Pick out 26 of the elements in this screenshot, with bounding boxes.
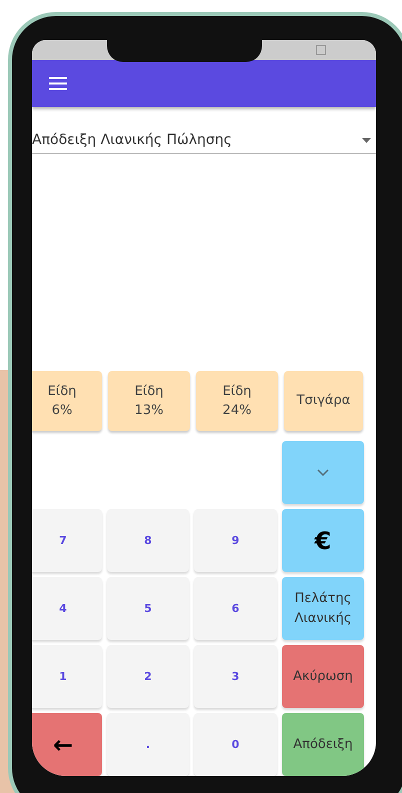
action-button[interactable]: ← bbox=[32, 713, 102, 776]
category-button[interactable]: Είδη 24% bbox=[196, 371, 278, 431]
keypad-key[interactable]: 7 bbox=[32, 509, 102, 572]
chevron-down-icon bbox=[317, 469, 329, 476]
keypad-key[interactable]: 8 bbox=[107, 509, 189, 572]
keypad-key[interactable]: . bbox=[107, 713, 189, 776]
category-button[interactable]: Είδη 13% bbox=[108, 371, 190, 431]
collapse-button[interactable] bbox=[282, 441, 364, 504]
dropdown-caret-icon bbox=[362, 138, 371, 142]
action-button[interactable]: Απόδειξη bbox=[282, 713, 364, 776]
keypad-key[interactable]: 9 bbox=[194, 509, 277, 572]
maximize-icon[interactable] bbox=[316, 45, 326, 55]
keypad-key[interactable]: 6 bbox=[194, 577, 277, 640]
document-type-dropdown[interactable]: Απόδειξη Λιανικής Πώλησης bbox=[32, 132, 376, 154]
category-button[interactable]: Είδη 6% bbox=[32, 371, 102, 431]
keypad-key[interactable]: 2 bbox=[107, 645, 189, 708]
category-button[interactable]: Τσιγάρα bbox=[284, 371, 363, 431]
action-button[interactable]: € bbox=[282, 509, 364, 572]
keypad-key[interactable]: 4 bbox=[32, 577, 102, 640]
keypad-key[interactable]: 1 bbox=[32, 645, 102, 708]
menu-icon[interactable] bbox=[49, 77, 67, 90]
keypad-key[interactable]: 5 bbox=[107, 577, 189, 640]
action-button[interactable]: Πελάτης Λιανικής bbox=[282, 577, 364, 640]
keypad-key[interactable]: 0 bbox=[194, 713, 277, 776]
action-button[interactable]: Ακύρωση bbox=[282, 645, 364, 708]
keypad-key[interactable]: 3 bbox=[194, 645, 277, 708]
